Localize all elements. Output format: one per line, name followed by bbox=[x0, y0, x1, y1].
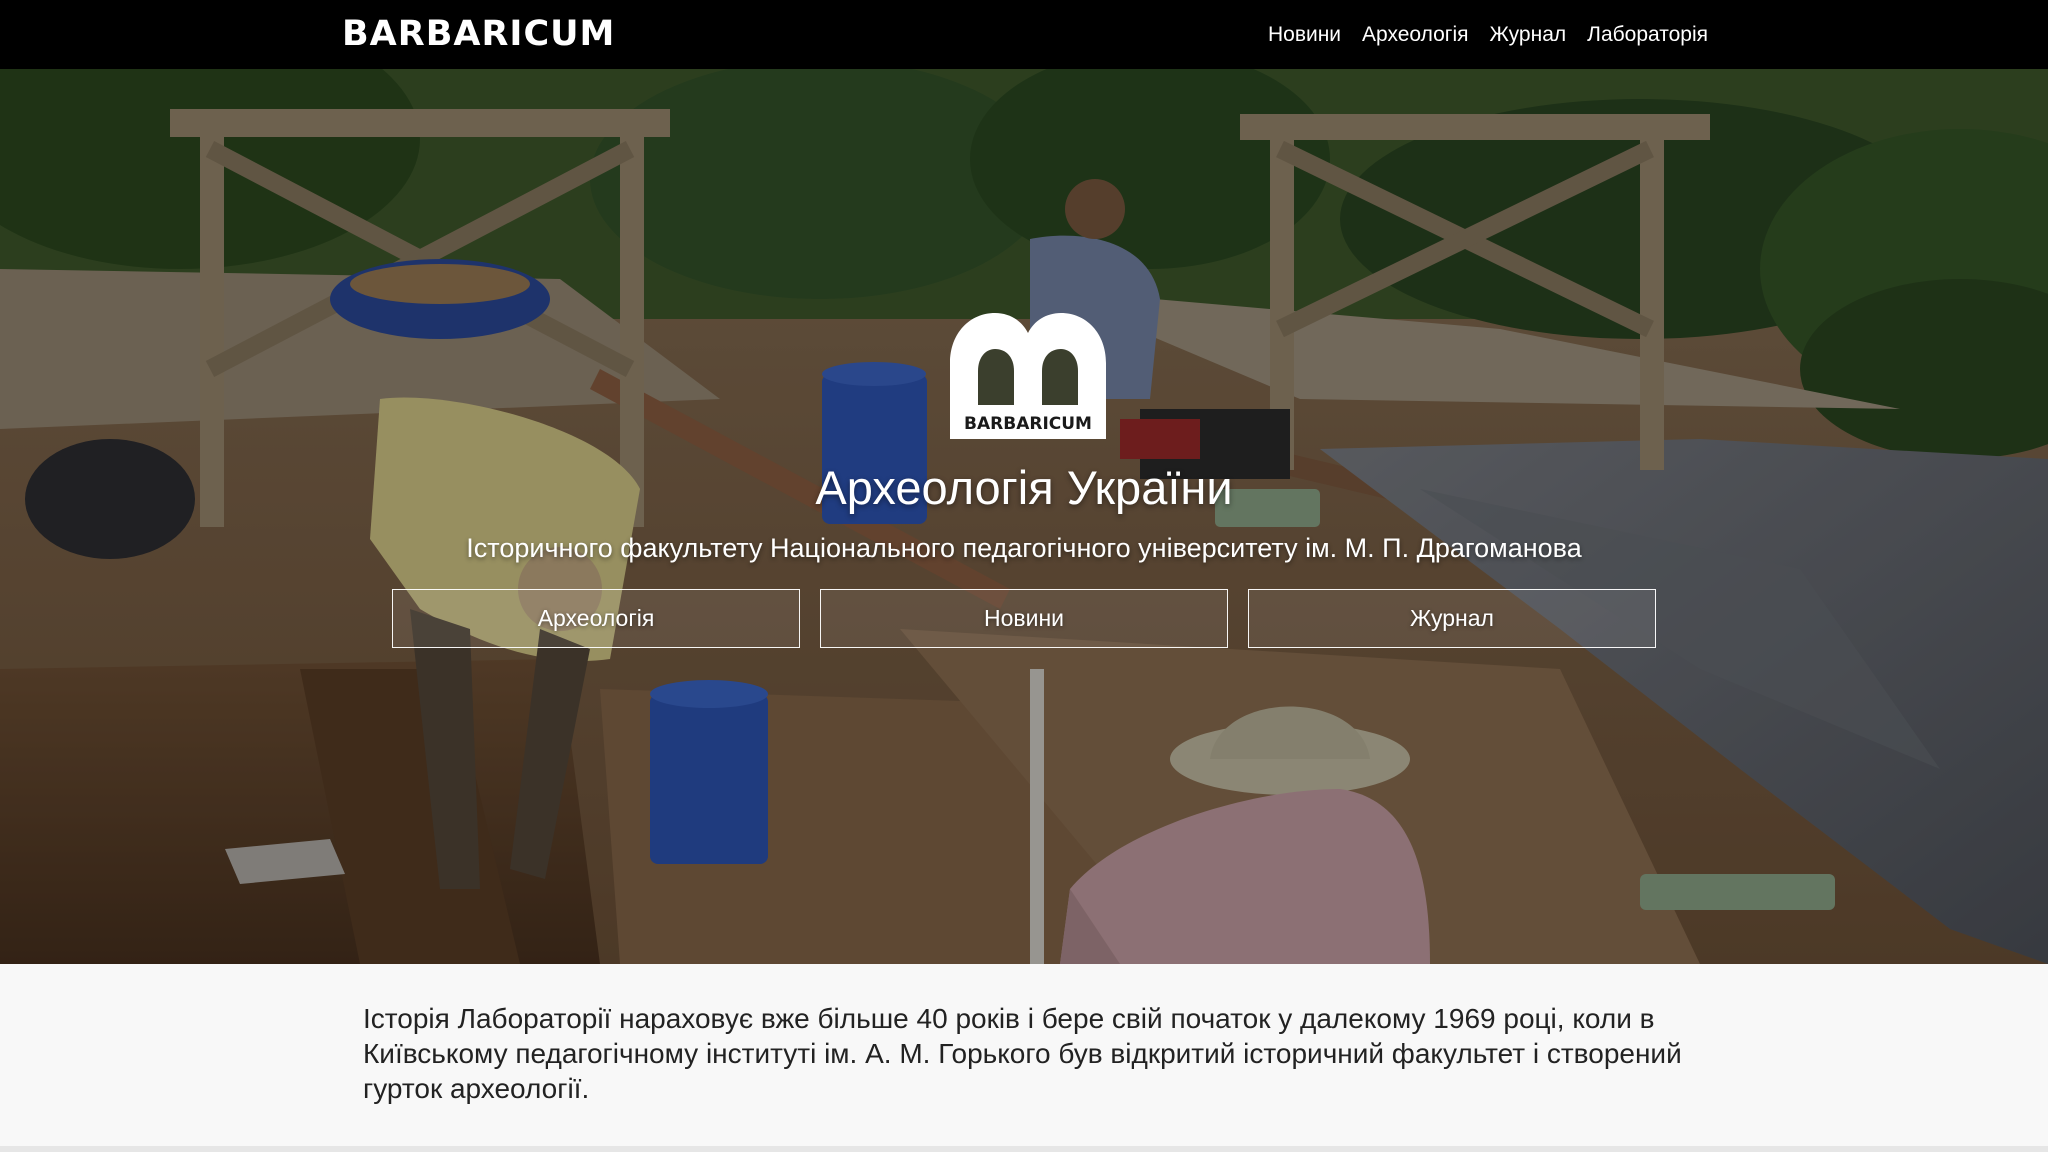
intro-paragraph: Історія Лабораторії нараховує вже більше… bbox=[363, 1003, 1682, 1104]
nav-link-archaeology[interactable]: Археологія bbox=[1362, 23, 1468, 47]
section-divider bbox=[0, 1146, 2048, 1152]
hero-button-journal[interactable]: Журнал bbox=[1248, 589, 1656, 648]
intro-section: Історія Лабораторії нараховує вже більше… bbox=[0, 964, 2048, 1152]
hero-button-news[interactable]: Новини bbox=[820, 589, 1228, 648]
nav-link-laboratory[interactable]: Лабораторія bbox=[1587, 23, 1708, 47]
hero-title: Археологія України bbox=[815, 461, 1233, 514]
hero-button-group: Археологія Новини Журнал bbox=[392, 589, 1656, 648]
main-nav: Новини Археологія Журнал Лабораторія bbox=[1268, 0, 1708, 69]
barbaricum-emblem-logo: BARBARICUM bbox=[950, 313, 1106, 439]
nav-link-journal[interactable]: Журнал bbox=[1490, 23, 1567, 47]
hero-subtitle: Історичного факультету Національного пед… bbox=[466, 533, 1582, 563]
logo-caption: BARBARICUM bbox=[964, 414, 1092, 434]
hero-section: BARBARICUM Археологія України Історичног… bbox=[0, 69, 2048, 964]
hero-button-archaeology[interactable]: Археологія bbox=[392, 589, 800, 648]
nav-link-news[interactable]: Новини bbox=[1268, 23, 1341, 47]
brand-logo-link[interactable]: BARBARICUM bbox=[342, 14, 615, 54]
top-navigation-bar: BARBARICUM Новини Археологія Журнал Лабо… bbox=[0, 0, 2048, 69]
